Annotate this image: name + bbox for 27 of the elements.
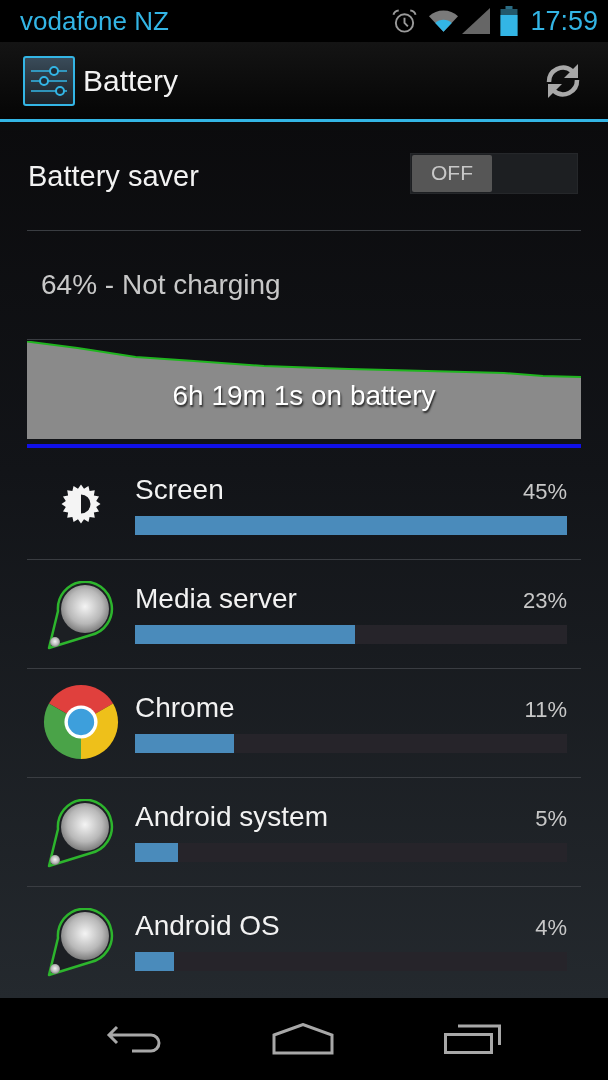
brightness-icon	[61, 484, 101, 524]
usage-name: Android OS	[135, 909, 280, 943]
usage-percent: 23%	[522, 587, 567, 615]
usage-name: Android system	[135, 800, 328, 834]
carrier-name: vodafone NZ	[20, 6, 169, 36]
usage-percent: 4%	[535, 914, 567, 942]
wifi-icon	[428, 9, 460, 33]
settings-sliders-icon[interactable]	[23, 55, 75, 106]
recent-apps-icon	[444, 1024, 502, 1054]
time-on-battery-caption: 6h 19m 1s on battery	[172, 379, 436, 413]
clock-time: 17:59	[530, 6, 598, 36]
home-icon	[272, 1023, 334, 1055]
battery-saver-toggle[interactable]: OFF	[410, 152, 578, 194]
usage-name: Media server	[135, 582, 297, 616]
screen-title: Battery	[83, 62, 180, 99]
usage-name: Chrome	[135, 691, 235, 725]
usage-percent: 45%	[522, 478, 567, 506]
signal-icon	[462, 8, 491, 34]
back-icon	[106, 1024, 162, 1054]
battery-icon	[500, 6, 519, 36]
alarm-clock-icon	[392, 8, 418, 34]
usage-percent: 11%	[524, 696, 567, 724]
battery-status-text: 64% - Not charging	[41, 268, 281, 302]
usage-percent: 5%	[535, 805, 567, 833]
chrome-logo-icon	[42, 683, 120, 761]
battery-saver-label: Battery saver	[28, 159, 199, 194]
usage-name: Screen	[135, 473, 224, 507]
